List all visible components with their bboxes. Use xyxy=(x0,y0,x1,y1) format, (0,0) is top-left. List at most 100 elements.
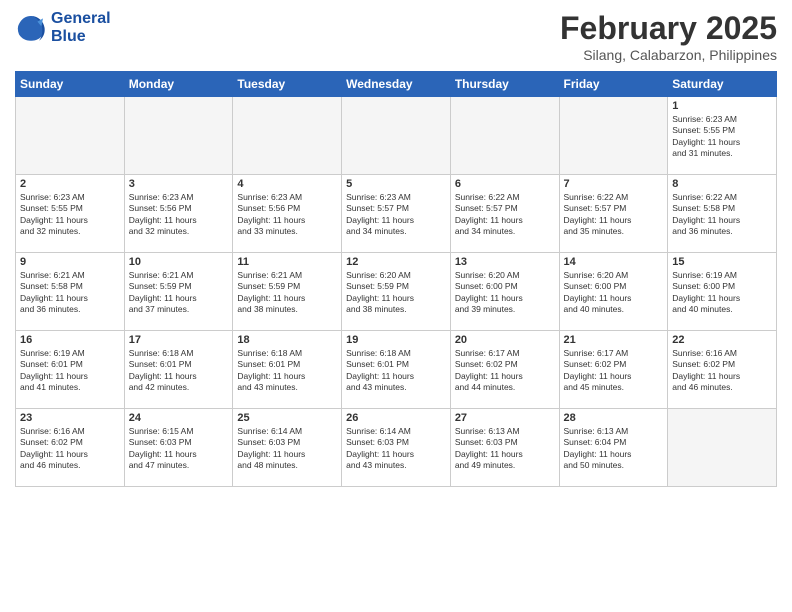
day-number: 9 xyxy=(20,256,120,268)
day-number: 6 xyxy=(455,178,555,190)
calendar-cell: 3 Sunrise: 6:23 AM Sunset: 5:56 PM Daylig… xyxy=(124,175,233,253)
calendar-cell: 1Sunrise: 6:23 AM Sunset: 5:55 PM Daylig… xyxy=(668,97,777,175)
calendar-cell: 23 Sunrise: 6:16 AM Sunset: 6:02 PM Dayli… xyxy=(16,409,125,487)
calendar-cell: 7 Sunrise: 6:22 AM Sunset: 5:57 PM Daylig… xyxy=(559,175,668,253)
day-info: Sunrise: 6:21 AM Sunset: 5:59 PM Dayligh… xyxy=(237,270,337,316)
day-info: Sunrise: 6:20 AM Sunset: 6:00 PM Dayligh… xyxy=(564,270,664,316)
day-info: Sunrise: 6:16 AM Sunset: 6:02 PM Dayligh… xyxy=(672,348,772,394)
day-info: Sunrise: 6:16 AM Sunset: 6:02 PM Dayligh… xyxy=(20,426,120,472)
day-header-wednesday: Wednesday xyxy=(342,72,451,97)
day-info: Sunrise: 6:20 AM Sunset: 5:59 PM Dayligh… xyxy=(346,270,446,316)
day-number: 20 xyxy=(455,334,555,346)
calendar-cell xyxy=(342,97,451,175)
page: General Blue February 2025 Silang, Calab… xyxy=(0,0,792,612)
day-header-saturday: Saturday xyxy=(668,72,777,97)
day-number: 15 xyxy=(672,256,772,268)
day-number: 11 xyxy=(237,256,337,268)
calendar-cell: 17 Sunrise: 6:18 AM Sunset: 6:01 PM Dayli… xyxy=(124,331,233,409)
day-header-monday: Monday xyxy=(124,72,233,97)
day-info: Sunrise: 6:17 AM Sunset: 6:02 PM Dayligh… xyxy=(455,348,555,394)
calendar-cell: 9 Sunrise: 6:21 AM Sunset: 5:58 PM Daylig… xyxy=(16,253,125,331)
week-row-4: 16 Sunrise: 6:19 AM Sunset: 6:01 PM Dayli… xyxy=(16,331,777,409)
day-info: Sunrise: 6:19 AM Sunset: 6:01 PM Dayligh… xyxy=(20,348,120,394)
calendar-cell: 19 Sunrise: 6:18 AM Sunset: 6:01 PM Dayli… xyxy=(342,331,451,409)
day-number: 14 xyxy=(564,256,664,268)
calendar-cell xyxy=(559,97,668,175)
day-number: 7 xyxy=(564,178,664,190)
day-number: 12 xyxy=(346,256,446,268)
day-header-thursday: Thursday xyxy=(450,72,559,97)
day-info: Sunrise: 6:23 AM Sunset: 5:55 PM Dayligh… xyxy=(20,192,120,238)
calendar-cell: 13 Sunrise: 6:20 AM Sunset: 6:00 PM Dayli… xyxy=(450,253,559,331)
title-block: February 2025 Silang, Calabarzon, Philip… xyxy=(560,10,777,63)
week-row-3: 9 Sunrise: 6:21 AM Sunset: 5:58 PM Daylig… xyxy=(16,253,777,331)
day-number: 4 xyxy=(237,178,337,190)
calendar-cell: 16 Sunrise: 6:19 AM Sunset: 6:01 PM Dayli… xyxy=(16,331,125,409)
calendar-cell: 4Sunrise: 6:23 AM Sunset: 5:56 PM Daylig… xyxy=(233,175,342,253)
day-number: 19 xyxy=(346,334,446,346)
day-number: 16 xyxy=(20,334,120,346)
calendar-cell xyxy=(450,97,559,175)
day-number: 23 xyxy=(20,412,120,424)
day-number: 8 xyxy=(672,178,772,190)
calendar-cell: 20 Sunrise: 6:17 AM Sunset: 6:02 PM Dayli… xyxy=(450,331,559,409)
calendar-cell: 25 Sunrise: 6:14 AM Sunset: 6:03 PM Dayli… xyxy=(233,409,342,487)
logo-icon xyxy=(15,12,47,44)
day-number: 24 xyxy=(129,412,229,424)
day-info: Sunrise: 6:18 AM Sunset: 6:01 PM Dayligh… xyxy=(237,348,337,394)
week-row-2: 2 Sunrise: 6:23 AM Sunset: 5:55 PM Daylig… xyxy=(16,175,777,253)
week-row-5: 23 Sunrise: 6:16 AM Sunset: 6:02 PM Dayli… xyxy=(16,409,777,487)
calendar-cell xyxy=(124,97,233,175)
calendar-cell: 2 Sunrise: 6:23 AM Sunset: 5:55 PM Daylig… xyxy=(16,175,125,253)
logo-text: General Blue xyxy=(51,10,111,46)
calendar-cell: 15 Sunrise: 6:19 AM Sunset: 6:00 PM Dayli… xyxy=(668,253,777,331)
day-info: Sunrise: 6:23 AM Sunset: 5:57 PM Dayligh… xyxy=(346,192,446,238)
day-number: 5 xyxy=(346,178,446,190)
day-info: Sunrise: 6:22 AM Sunset: 5:57 PM Dayligh… xyxy=(455,192,555,238)
calendar-cell xyxy=(16,97,125,175)
day-number: 25 xyxy=(237,412,337,424)
day-number: 3 xyxy=(129,178,229,190)
day-number: 28 xyxy=(564,412,664,424)
day-number: 26 xyxy=(346,412,446,424)
day-info: Sunrise: 6:21 AM Sunset: 5:59 PM Dayligh… xyxy=(129,270,229,316)
logo: General Blue xyxy=(15,10,111,46)
day-info: Sunrise: 6:14 AM Sunset: 6:03 PM Dayligh… xyxy=(237,426,337,472)
day-number: 2 xyxy=(20,178,120,190)
day-header-sunday: Sunday xyxy=(16,72,125,97)
day-info: Sunrise: 6:19 AM Sunset: 6:00 PM Dayligh… xyxy=(672,270,772,316)
day-info: Sunrise: 6:18 AM Sunset: 6:01 PM Dayligh… xyxy=(129,348,229,394)
calendar-cell: 18 Sunrise: 6:18 AM Sunset: 6:01 PM Dayli… xyxy=(233,331,342,409)
calendar-cell: 27Sunrise: 6:13 AM Sunset: 6:03 PM Dayli… xyxy=(450,409,559,487)
calendar-cell xyxy=(668,409,777,487)
calendar-cell: 5 Sunrise: 6:23 AM Sunset: 5:57 PM Daylig… xyxy=(342,175,451,253)
day-number: 18 xyxy=(237,334,337,346)
day-info: Sunrise: 6:18 AM Sunset: 6:01 PM Dayligh… xyxy=(346,348,446,394)
day-number: 22 xyxy=(672,334,772,346)
calendar-cell: 28 Sunrise: 6:13 AM Sunset: 6:04 PM Dayli… xyxy=(559,409,668,487)
day-number: 1 xyxy=(672,100,772,112)
day-info: Sunrise: 6:22 AM Sunset: 5:58 PM Dayligh… xyxy=(672,192,772,238)
days-header-row: SundayMondayTuesdayWednesdayThursdayFrid… xyxy=(16,72,777,97)
calendar-cell: 14 Sunrise: 6:20 AM Sunset: 6:00 PM Dayli… xyxy=(559,253,668,331)
calendar-cell: 26Sunrise: 6:14 AM Sunset: 6:03 PM Dayli… xyxy=(342,409,451,487)
calendar-cell: 8 Sunrise: 6:22 AM Sunset: 5:58 PM Daylig… xyxy=(668,175,777,253)
day-number: 17 xyxy=(129,334,229,346)
day-info: Sunrise: 6:15 AM Sunset: 6:03 PM Dayligh… xyxy=(129,426,229,472)
day-number: 13 xyxy=(455,256,555,268)
day-info: Sunrise: 6:13 AM Sunset: 6:04 PM Dayligh… xyxy=(564,426,664,472)
day-info: Sunrise: 6:20 AM Sunset: 6:00 PM Dayligh… xyxy=(455,270,555,316)
header: General Blue February 2025 Silang, Calab… xyxy=(15,10,777,63)
day-number: 10 xyxy=(129,256,229,268)
calendar-cell: 21 Sunrise: 6:17 AM Sunset: 6:02 PM Dayli… xyxy=(559,331,668,409)
calendar-cell: 10 Sunrise: 6:21 AM Sunset: 5:59 PM Dayli… xyxy=(124,253,233,331)
day-info: Sunrise: 6:21 AM Sunset: 5:58 PM Dayligh… xyxy=(20,270,120,316)
day-info: Sunrise: 6:22 AM Sunset: 5:57 PM Dayligh… xyxy=(564,192,664,238)
day-info: Sunrise: 6:13 AM Sunset: 6:03 PM Dayligh… xyxy=(455,426,555,472)
day-header-tuesday: Tuesday xyxy=(233,72,342,97)
calendar-title: February 2025 xyxy=(560,10,777,47)
day-number: 21 xyxy=(564,334,664,346)
day-info: Sunrise: 6:17 AM Sunset: 6:02 PM Dayligh… xyxy=(564,348,664,394)
calendar-cell: 24 Sunrise: 6:15 AM Sunset: 6:03 PM Dayli… xyxy=(124,409,233,487)
day-info: Sunrise: 6:23 AM Sunset: 5:56 PM Dayligh… xyxy=(129,192,229,238)
